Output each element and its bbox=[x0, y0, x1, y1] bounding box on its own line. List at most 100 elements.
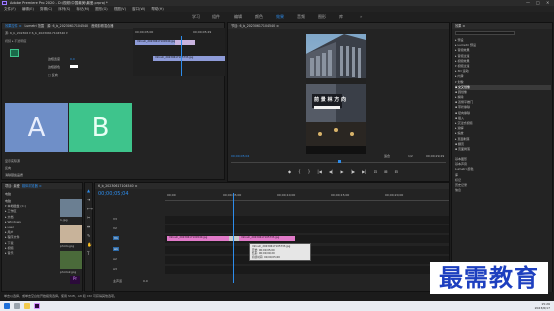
ec-timecode-right: 00;00;05;29 bbox=[193, 30, 212, 34]
transport-controls: ◆ { } |◀ ◀| ▶ |▶ ▶| ⊡ ⊞ ⊟ bbox=[288, 169, 398, 175]
mark-in-button[interactable]: { bbox=[298, 169, 301, 175]
timeline-clip-v1-a[interactable]: mhouh_20230617104540.jpg bbox=[167, 236, 229, 241]
track-label-a1[interactable]: A1 bbox=[113, 247, 119, 251]
workspace-more-icon[interactable]: » bbox=[360, 12, 362, 22]
go-to-in-button[interactable]: |◀ bbox=[317, 169, 321, 175]
track-a3[interactable] bbox=[165, 266, 449, 274]
workspace-assembly[interactable]: 组件 bbox=[212, 12, 220, 22]
extract-button[interactable]: ⊞ bbox=[384, 169, 387, 175]
tab-media-browser[interactable]: 媒体浏览器 ≡ bbox=[22, 184, 42, 188]
track-v3[interactable] bbox=[165, 216, 449, 224]
source-selector[interactable]: 源: 6_b_202306 ▾ 6_b_20230617104540 ▾ bbox=[5, 31, 135, 35]
ruler-label: 00;00;10;00 bbox=[277, 193, 296, 197]
tab-effect-controls[interactable]: 效果控件 ≡ bbox=[5, 24, 21, 28]
workspace-libraries[interactable]: 库 bbox=[339, 12, 343, 22]
pen-tool-icon[interactable]: ✎ bbox=[87, 233, 90, 238]
menu-window[interactable]: 窗口(W) bbox=[132, 7, 145, 11]
ruler-label: 00;00 bbox=[167, 193, 176, 197]
tab-audio-mixer[interactable]: 音频剪辑混合器 bbox=[91, 24, 113, 28]
ec-playhead[interactable] bbox=[181, 36, 182, 76]
reverse-option[interactable]: 反向 bbox=[5, 166, 11, 170]
taskbar-date: 2023/6/17 bbox=[534, 306, 550, 310]
tab-source[interactable]: 源: 6_b_20230617104540 bbox=[47, 24, 88, 28]
effects-item[interactable]: ▪ 页面剥落 bbox=[455, 147, 551, 152]
border-width-value[interactable]: 0.0 bbox=[70, 57, 75, 61]
play-button[interactable]: ▶ bbox=[340, 169, 343, 175]
ec-transition[interactable] bbox=[175, 40, 195, 45]
media-thumbnail[interactable] bbox=[60, 251, 82, 269]
step-back-button[interactable]: ◀| bbox=[329, 169, 333, 175]
workspace-learn[interactable]: 学习 bbox=[192, 12, 200, 22]
ec-clip-b[interactable]: mhouh_20230617105733.jpg bbox=[153, 56, 225, 61]
program-playhead[interactable] bbox=[338, 160, 341, 163]
go-to-out-button[interactable]: ▶| bbox=[362, 169, 366, 175]
master-track-label: 主声道 bbox=[113, 279, 123, 283]
track-label-v1[interactable]: V1 bbox=[113, 236, 119, 240]
type-tool-icon[interactable]: T bbox=[87, 251, 89, 256]
media-thumbnail[interactable] bbox=[60, 225, 82, 243]
lift-button[interactable]: ⊡ bbox=[374, 169, 377, 175]
menu-clip[interactable]: 剪辑(C) bbox=[40, 7, 52, 11]
workspace-audio[interactable]: 音频 bbox=[297, 12, 305, 22]
explorer-icon[interactable] bbox=[24, 303, 30, 309]
mark-out-button[interactable]: } bbox=[308, 169, 311, 175]
ec-timeline: 00;00;05;00 00;00;05;29 mhouh_2023061710… bbox=[133, 28, 225, 76]
extra-panels-list: 基本图形 基本声音 Lumetri 颜色 库 标记 历史记录 信息 bbox=[455, 157, 551, 193]
export-frame-button[interactable]: ⊟ bbox=[395, 169, 398, 175]
workspace-color[interactable]: 颜色 bbox=[255, 12, 263, 22]
program-fit-dropdown[interactable]: 适合 bbox=[384, 154, 390, 158]
reverse-checkbox[interactable]: □ 反向 bbox=[48, 73, 58, 77]
premiere-file-icon[interactable]: Pr bbox=[70, 276, 80, 284]
step-forward-button[interactable]: |▶ bbox=[351, 169, 355, 175]
search-icon[interactable] bbox=[14, 303, 20, 309]
media-thumbnail[interactable] bbox=[60, 199, 82, 217]
menu-file[interactable]: 文件(F) bbox=[4, 7, 16, 11]
slip-tool-icon[interactable]: ⇹ bbox=[87, 224, 90, 229]
track-select-tool-icon[interactable]: ⇥ bbox=[87, 197, 90, 202]
premiere-taskbar-icon[interactable] bbox=[34, 303, 40, 309]
timeline-clip-v1-b[interactable]: mhouh_20230617105733.jpg bbox=[239, 236, 295, 241]
master-track-value[interactable]: 0.0 bbox=[143, 279, 148, 283]
effects-tab[interactable]: 效果 ≡ bbox=[452, 23, 552, 29]
effects-search-input[interactable] bbox=[455, 31, 515, 35]
menu-help[interactable]: 帮助(H) bbox=[151, 7, 163, 11]
selection-tool-icon[interactable]: ▲ bbox=[87, 188, 90, 193]
workspace-editing[interactable]: 编辑 bbox=[234, 12, 242, 22]
timeline-playhead[interactable] bbox=[233, 193, 234, 283]
track-label-v3[interactable]: V3 bbox=[113, 217, 117, 221]
border-color-swatch[interactable] bbox=[70, 65, 78, 68]
add-marker-button[interactable]: ◆ bbox=[288, 169, 291, 175]
track-label-v2[interactable]: V2 bbox=[113, 226, 117, 230]
workspace-graphics[interactable]: 图形 bbox=[318, 12, 326, 22]
anti-alias-quality[interactable]: 消除锯齿品质 bbox=[5, 173, 23, 177]
taskbar-clock: 15:26 2023/6/17 bbox=[520, 302, 550, 310]
tab-lumetri-scopes[interactable]: Lumetri 范围 bbox=[24, 24, 44, 28]
track-label-a2[interactable]: A2 bbox=[113, 257, 117, 261]
folder-item[interactable]: ▸ 音乐 bbox=[5, 251, 57, 256]
timeline-timecode[interactable]: 00;00;05;04 bbox=[98, 191, 129, 197]
timeline-ruler[interactable]: 00;00 00;00;05;00 00;00;10;00 00;00;15;0… bbox=[165, 193, 449, 201]
panel-info[interactable]: 信息 bbox=[455, 188, 551, 193]
menu-view[interactable]: 视图(V) bbox=[114, 7, 126, 11]
program-zoom[interactable]: 1/2 bbox=[408, 154, 413, 158]
razor-tool-icon[interactable]: ✂ bbox=[87, 215, 90, 220]
program-tab[interactable]: 节目: 6_b_20230617104540 ≡ bbox=[228, 23, 449, 29]
menu-graphics[interactable]: 图形(G) bbox=[95, 7, 107, 11]
media-browser-path[interactable]: 电脑 bbox=[5, 192, 11, 196]
tooltip-line: 持续时间: 00;00;05;00 bbox=[252, 255, 280, 259]
timeline-transition[interactable] bbox=[229, 236, 239, 241]
ripple-edit-tool-icon[interactable]: ⟷ bbox=[87, 206, 93, 211]
track-v2[interactable] bbox=[165, 225, 449, 233]
show-actual-sources[interactable]: 显示实际源 bbox=[5, 159, 20, 163]
track-label-a3[interactable]: A3 bbox=[113, 267, 117, 271]
ruler-label: 00;00;20;00 bbox=[385, 193, 404, 197]
tab-project[interactable]: 项目: 最爱 bbox=[5, 184, 20, 188]
program-timecode[interactable]: 00;00;05;04 bbox=[231, 154, 249, 158]
menu-marker[interactable]: 标记(M) bbox=[76, 7, 89, 11]
hand-tool-icon[interactable]: ✋ bbox=[87, 242, 92, 247]
timeline-tab[interactable]: 6_b_20230617104540 ≡ bbox=[95, 183, 449, 189]
menu-sequence[interactable]: 序列(S) bbox=[58, 7, 70, 11]
menu-edit[interactable]: 编辑(E) bbox=[22, 7, 34, 11]
ec-clip-a[interactable]: mhouh_20230617104540.jpg bbox=[135, 40, 175, 45]
start-icon[interactable] bbox=[4, 303, 10, 309]
